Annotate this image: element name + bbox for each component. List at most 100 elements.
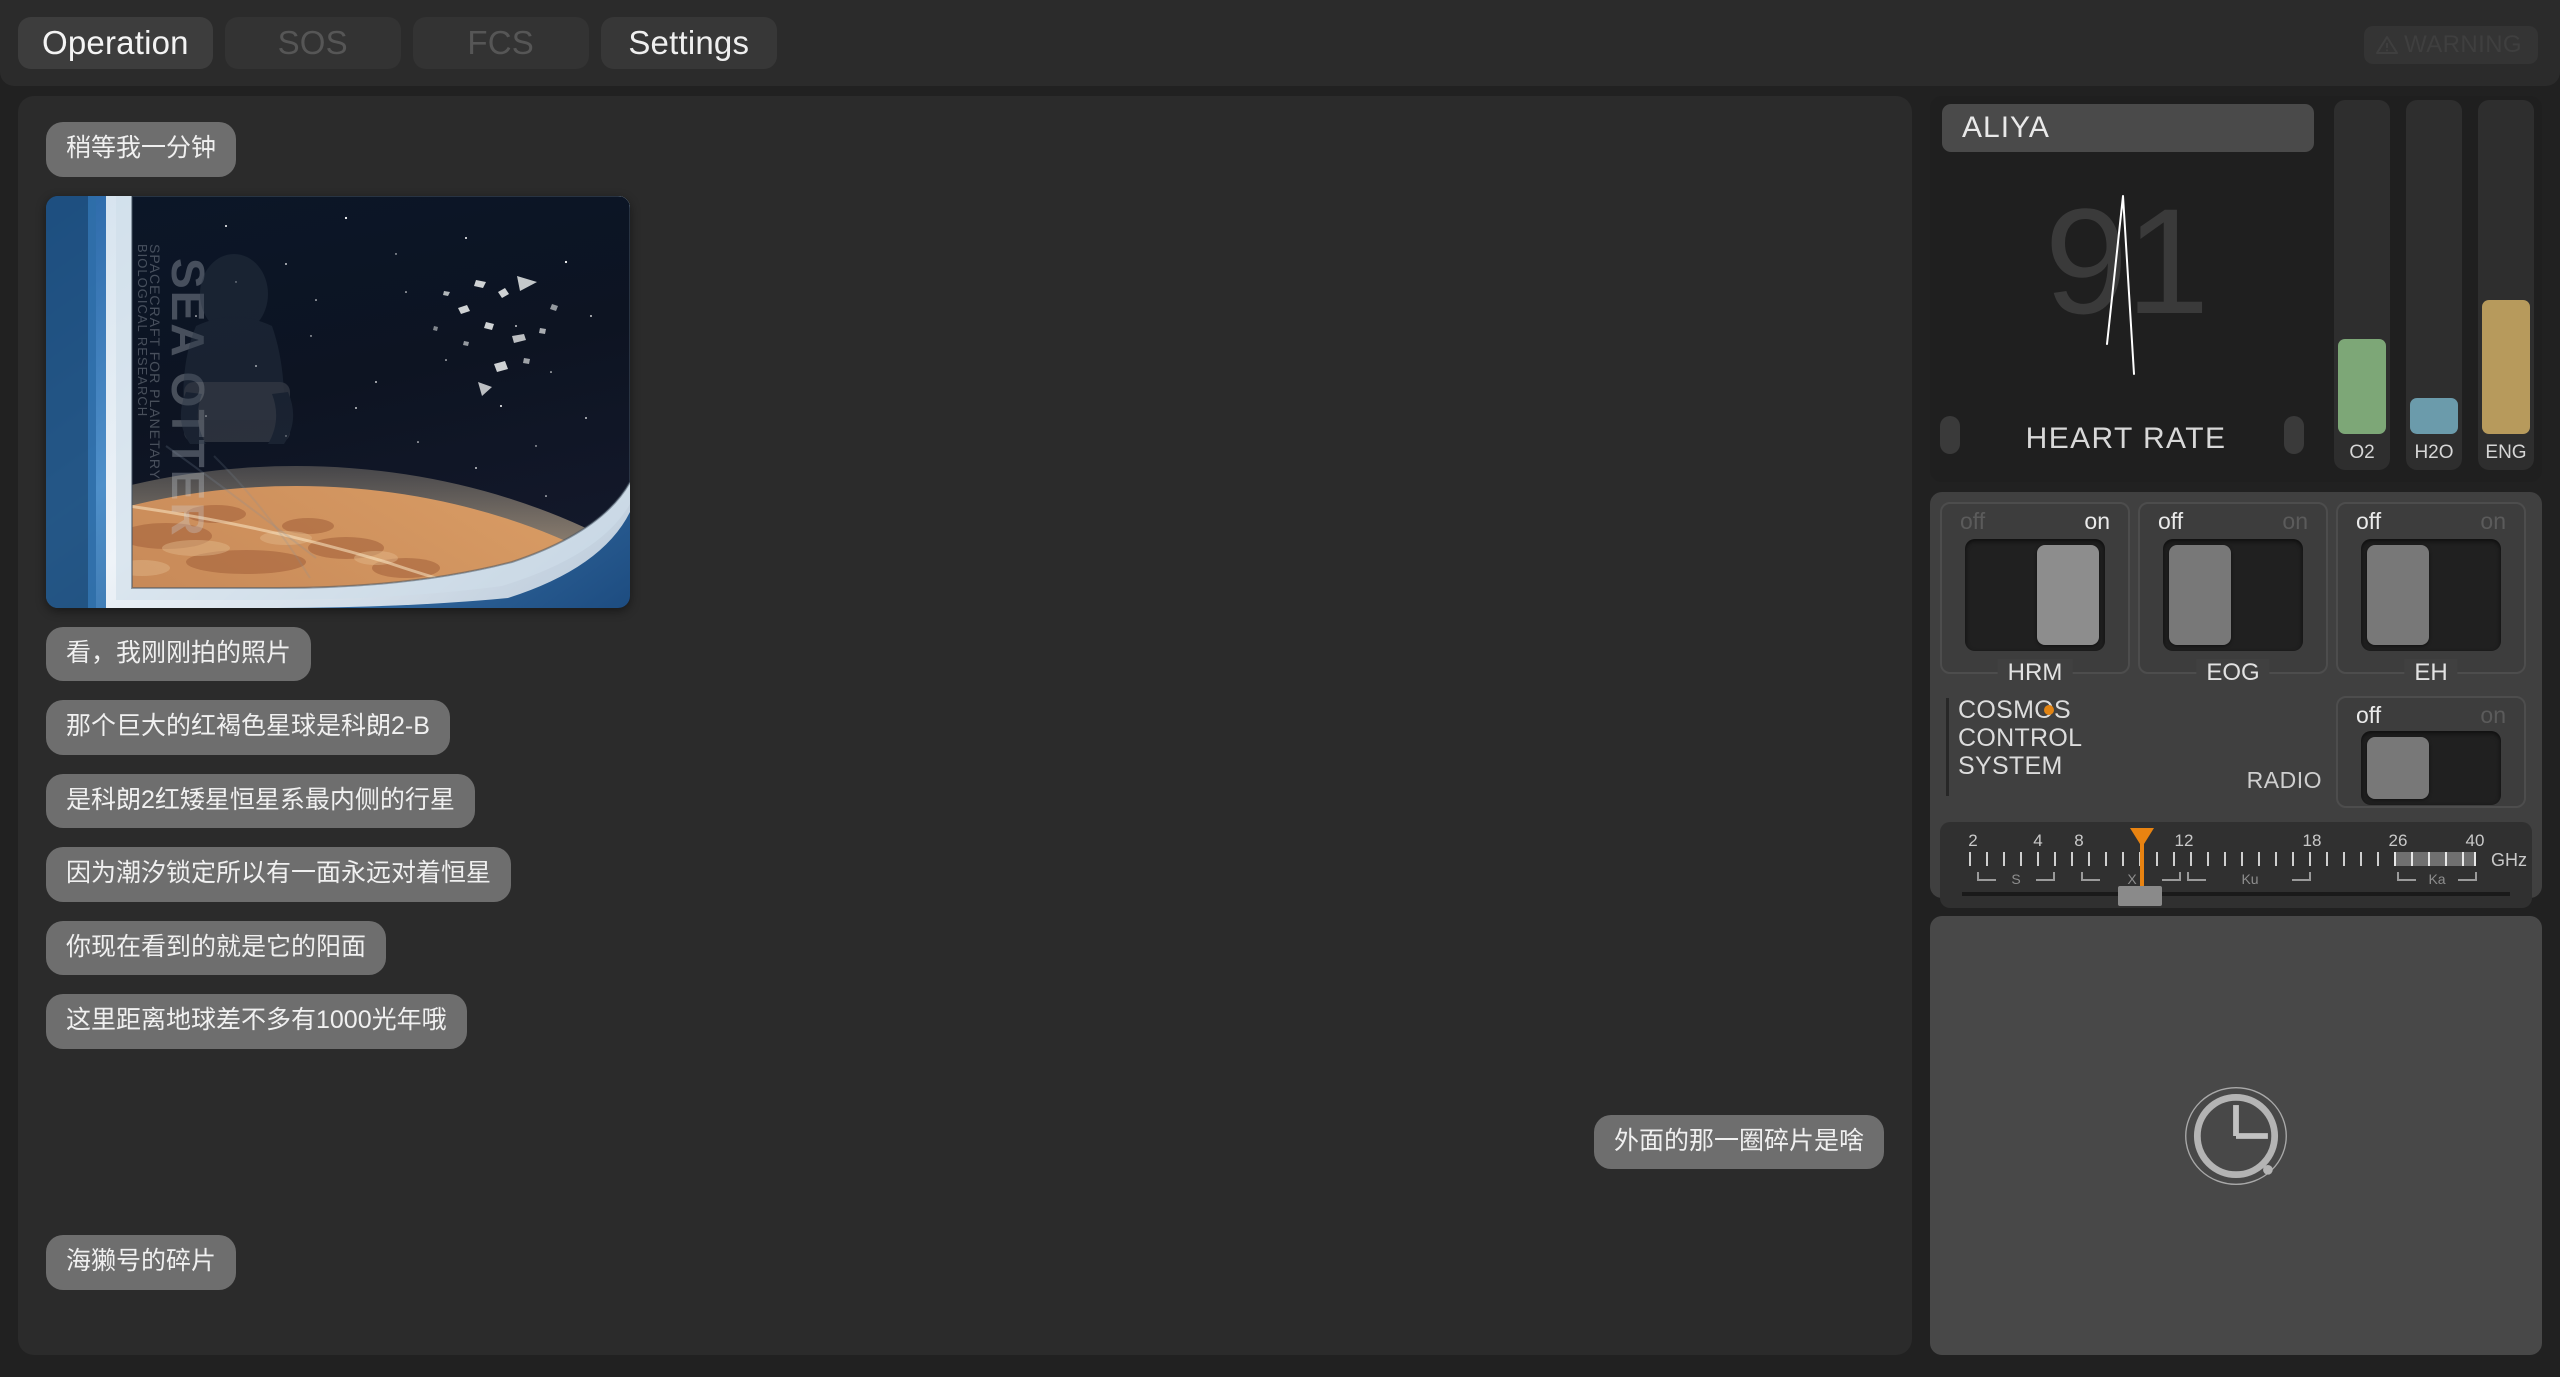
cosmos-orange-dot-icon (2044, 705, 2054, 715)
freq-slider-handle (2118, 886, 2162, 906)
chat-bubble-incoming[interactable]: 因为潮汐锁定所以有一面永远对着恒星 (46, 847, 512, 902)
toggle-hrm-switch[interactable] (1965, 539, 2105, 651)
freq-tick-18: 18 (2303, 831, 2322, 850)
cosmos-radio-row: COSMOS CONTROL SYSTEM RADIO off on (1940, 696, 2532, 808)
chat-bubble-incoming[interactable]: 你现在看到的就是它的阳面 (46, 920, 387, 975)
chat-row: 看，我刚刚拍的照片 (46, 626, 1884, 681)
heart-rate-label: HEART RATE (2025, 422, 2227, 455)
toggle-eh-name: EH (2404, 659, 2458, 687)
toggle-hrm-labels: off on (1942, 504, 2128, 535)
toggle-hrm-name: HRM (1997, 659, 2073, 687)
gauge-eng[interactable]: ENG (2478, 100, 2534, 470)
crew-name-tag[interactable]: ALIYA (1942, 104, 2314, 152)
toggle-eog-switch[interactable] (2163, 539, 2303, 651)
toggle-hrm-off-label: off (1960, 508, 1986, 534)
toggle-eog-off-label: off (2158, 508, 2184, 534)
freq-tick-12: 12 (2175, 831, 2194, 850)
top-navigation-bar: Operation SOS FCS Settings WARNING (0, 0, 2560, 86)
message-list: 稍等我一分钟 SEA OTTER SPACECRAFT FOR PLANETAR… (46, 122, 1884, 1290)
tab-fcs[interactable]: FCS (412, 17, 589, 69)
chat-row: 是科朗2红矮星恒星系最内侧的行星 (46, 773, 1884, 828)
toggle-radio-switch[interactable] (2361, 731, 2501, 805)
resource-gauges: O2 H2O ENG (2334, 100, 2534, 470)
chat-bubble-incoming[interactable]: 看，我刚刚拍的照片 (46, 626, 312, 681)
toggle-eh-switch[interactable] (2361, 539, 2501, 651)
vitals-next-button[interactable] (2284, 416, 2304, 454)
freq-tick-2: 2 (1968, 831, 1977, 850)
toggle-group-eh: off on EH (2336, 502, 2526, 687)
toggle-radio-knob (2367, 737, 2429, 799)
toggle-eh-knob (2367, 545, 2429, 645)
freq-band-s: S (2011, 871, 2020, 887)
tab-operation[interactable]: Operation (18, 17, 213, 69)
gauge-o2-fill (2338, 339, 2386, 434)
cosmos-line-1: COSMOS (1958, 696, 2328, 724)
ecg-waveform-icon (2106, 195, 2135, 375)
crew-name-label: ALIYA (1962, 111, 2050, 144)
tab-list: Operation SOS FCS Settings (18, 17, 777, 69)
chat-row: 这里距离地球差不多有1000光年哦 (46, 994, 1884, 1049)
toggle-eh-off-label: off (2356, 508, 2382, 534)
toggle-radio-off-label: off (2356, 702, 2382, 728)
sensor-toggle-row: off on HRM off on EOG off on EH (1940, 502, 2532, 687)
tab-sos[interactable]: SOS (224, 17, 401, 69)
chat-bubble-incoming[interactable]: 海獭号的碎片 (46, 1235, 237, 1290)
warning-triangle-icon (2376, 36, 2399, 54)
vitals-prev-button[interactable] (1940, 416, 1960, 454)
chat-bubble-outgoing[interactable]: 外面的那一圈碎片是啥 (1593, 1114, 1884, 1169)
heart-rate-widget[interactable]: 91 HEART RATE (1930, 158, 2322, 482)
warning-label: WARNING (2404, 31, 2522, 58)
freq-band-ku: Ku (2241, 871, 2258, 887)
toggle-group-hrm: off on HRM (1940, 502, 2130, 687)
toggle-group-radio: off on (2336, 696, 2526, 808)
freq-tick-8: 8 (2074, 831, 2083, 850)
cosmos-line-2: CONTROL (1958, 724, 2083, 752)
toggle-eog-on-label: on (2282, 508, 2308, 534)
clock-card[interactable] (1930, 916, 2542, 1355)
chat-photo-spacecraft-window[interactable]: SEA OTTER SPACECRAFT FOR PLANETARY BIOLO… (46, 195, 630, 608)
frequency-scale-svg: 2 4 8 12 18 26 40 GHz S X Ku Ka (1962, 828, 2527, 906)
freq-tick-40: 40 (2466, 831, 2485, 850)
chat-row: 外面的那一圈碎片是啥 (46, 1114, 1884, 1169)
toggle-hrm-knob (2037, 545, 2099, 645)
freq-tick-4: 4 (2033, 831, 2042, 850)
toggle-radio-on-label: on (2480, 702, 2506, 728)
gauge-h2o-label: H2O (2414, 442, 2454, 463)
gauge-o2-label: O2 (2349, 442, 2375, 463)
radio-label: RADIO (2246, 767, 2322, 793)
chat-bubble-incoming[interactable]: 是科朗2红矮星恒星系最内侧的行星 (46, 773, 475, 828)
vitals-card: ALIYA 91 HEART RATE O2 H2O ENG (1930, 96, 2542, 482)
frequency-band-slider[interactable]: 2 4 8 12 18 26 40 GHz S X Ku Ka (1940, 822, 2532, 908)
freq-band-ka: Ka (2428, 871, 2445, 887)
freq-tick-26: 26 (2389, 831, 2408, 850)
right-sidebar: ALIYA 91 HEART RATE O2 H2O ENG off on HR… (1930, 96, 2542, 1355)
freq-unit-label: GHz (2491, 850, 2527, 870)
toggle-radio-labels: off on (2338, 698, 2524, 729)
tab-settings[interactable]: Settings (600, 17, 777, 69)
toggle-group-eog: off on EOG (2138, 502, 2328, 687)
spacecraft-window-illustration: SEA OTTER SPACECRAFT FOR PLANETARY BIOLO… (46, 195, 630, 608)
toggle-eh-labels: off on (2338, 504, 2524, 535)
chat-bubble-incoming[interactable]: 稍等我一分钟 (46, 122, 237, 177)
gauge-eng-fill (2482, 300, 2530, 434)
gauge-h2o[interactable]: H2O (2406, 100, 2462, 470)
freq-band-x: X (2127, 871, 2137, 887)
chat-bubble-incoming[interactable]: 这里距离地球差不多有1000光年哦 (46, 994, 467, 1049)
chat-panel[interactable]: 稍等我一分钟 SEA OTTER SPACECRAFT FOR PLANETAR… (18, 96, 1912, 1355)
chat-row: 那个巨大的红褐色星球是科朗2-B (46, 700, 1884, 755)
warning-button[interactable]: WARNING (2364, 26, 2538, 64)
control-panel-card: off on HRM off on EOG off on EH COSMOS C… (1930, 492, 2542, 908)
photo-ship-subtitle-2: BIOLOGICAL RESEARCH (135, 244, 150, 417)
chat-bubble-incoming[interactable]: 那个巨大的红褐色星球是科朗2-B (46, 700, 450, 755)
toggle-eh-on-label: on (2480, 508, 2506, 534)
gauge-eng-label: ENG (2485, 442, 2527, 463)
chat-row: 你现在看到的就是它的阳面 (46, 920, 1884, 975)
gauge-o2[interactable]: O2 (2334, 100, 2390, 470)
toggle-eog-name: EOG (2196, 659, 2270, 687)
chat-row: 因为潮汐锁定所以有一面永远对着恒星 (46, 847, 1884, 902)
gauge-h2o-fill (2410, 398, 2458, 434)
toggle-eog-knob (2169, 545, 2231, 645)
toggle-hrm-on-label: on (2084, 508, 2110, 534)
